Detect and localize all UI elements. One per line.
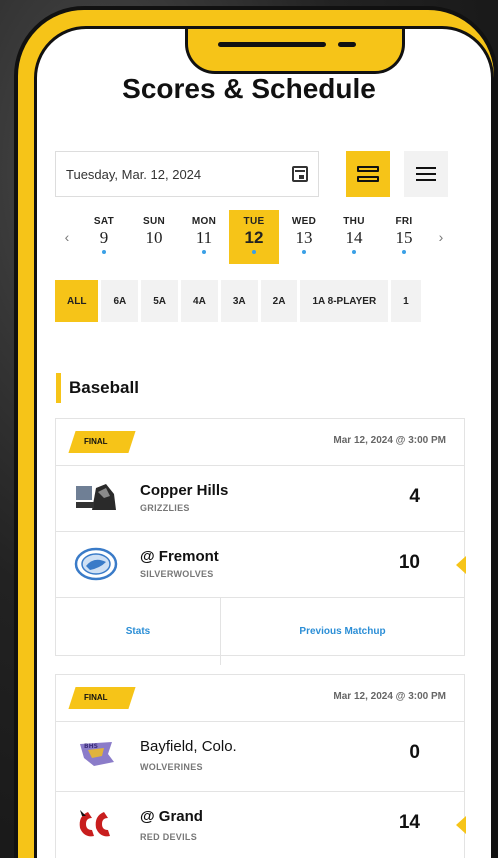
calendar-icon[interactable] bbox=[292, 166, 308, 182]
day-name: TUE bbox=[243, 216, 265, 227]
day-sun[interactable]: SUN 10 bbox=[129, 210, 179, 264]
day-number: 14 bbox=[345, 228, 363, 247]
team-row[interactable]: Copper Hills GRIZZLIES 4 bbox=[56, 465, 464, 531]
team-mascot: RED DEVILS bbox=[140, 832, 198, 842]
game-datetime: Mar 12, 2024 @ 3:00 PM bbox=[333, 691, 446, 702]
day-name: THU bbox=[343, 216, 365, 227]
team-row[interactable]: @ Grand RED DEVILS 14 bbox=[56, 791, 466, 858]
prev-week-arrow[interactable]: ‹ bbox=[55, 210, 79, 264]
games-dot bbox=[402, 250, 406, 254]
sport-heading: Baseball bbox=[56, 373, 139, 403]
classification-filter: ALL 6A 5A 4A 3A 2A 1A 8-PLAYER 1 bbox=[55, 280, 465, 322]
team-mascot: WOLVERINES bbox=[140, 762, 203, 772]
team-row[interactable]: BHS Bayfield, Colo. WOLVERINES 0 bbox=[56, 721, 464, 791]
fremont-logo bbox=[74, 547, 118, 581]
games-dot bbox=[352, 250, 356, 254]
day-selector: ‹ SAT 9 SUN 10 MON 11 TUE 12 WED 13 THU 14 FRI 15 › bbox=[55, 210, 465, 264]
grand-logo bbox=[79, 810, 110, 837]
cards-view-icon bbox=[357, 166, 379, 182]
day-sat[interactable]: SAT 9 bbox=[79, 210, 129, 264]
class-filter-1a-8-player[interactable]: 1A 8-PLAYER bbox=[300, 280, 389, 322]
day-number: 11 bbox=[195, 228, 213, 247]
winner-indicator bbox=[456, 816, 466, 834]
day-number: 13 bbox=[295, 228, 313, 247]
team-name: Copper Hills bbox=[140, 482, 229, 499]
next-week-arrow[interactable]: › bbox=[429, 210, 453, 264]
class-filter-5a[interactable]: 5A bbox=[141, 280, 179, 322]
day-tue[interactable]: TUE 12 bbox=[229, 210, 279, 264]
game-card: FINAL Mar 12, 2024 @ 3:00 PM Copper Hill… bbox=[55, 418, 466, 665]
game-actions: Stats Previous Matchup bbox=[56, 597, 464, 665]
team-name: @ Grand bbox=[140, 808, 203, 825]
team-name: Bayfield, Colo. bbox=[140, 738, 237, 755]
day-number: 12 bbox=[244, 228, 264, 247]
day-name: WED bbox=[291, 216, 317, 227]
games-dot bbox=[202, 250, 206, 254]
class-filter-all[interactable]: ALL bbox=[55, 280, 99, 322]
date-picker-value: Tuesday, Mar. 12, 2024 bbox=[66, 166, 202, 182]
status-badge: FINAL bbox=[68, 687, 136, 709]
team-score: 4 bbox=[409, 486, 420, 507]
status-badge: FINAL bbox=[68, 431, 136, 453]
bayfield-logo: BHS bbox=[80, 742, 114, 766]
games-dot bbox=[302, 250, 306, 254]
games-dot bbox=[252, 250, 256, 254]
list-view-button[interactable] bbox=[404, 151, 448, 197]
team-mascot: SILVERWOLVES bbox=[140, 569, 214, 579]
team-score: 14 bbox=[398, 812, 420, 833]
winner-indicator bbox=[456, 556, 466, 574]
day-number: 9 bbox=[99, 228, 109, 247]
team-mascot: GRIZZLIES bbox=[140, 503, 190, 513]
day-wed[interactable]: WED 13 bbox=[279, 210, 329, 264]
cards-view-button[interactable] bbox=[346, 151, 390, 197]
class-filter-1[interactable]: 1 bbox=[391, 280, 421, 322]
games-dot bbox=[102, 250, 106, 254]
day-number: 10 bbox=[145, 228, 163, 247]
team-name: @ Fremont bbox=[140, 548, 219, 565]
day-fri[interactable]: FRI 15 bbox=[379, 210, 429, 264]
stats-link[interactable]: Stats bbox=[56, 598, 221, 665]
class-filter-2a[interactable]: 2A bbox=[260, 280, 298, 322]
phone-notch bbox=[185, 29, 405, 74]
day-name: SUN bbox=[142, 216, 165, 227]
day-name: SAT bbox=[93, 216, 115, 227]
team-score: 0 bbox=[409, 742, 420, 763]
previous-matchup-link[interactable]: Previous Matchup bbox=[221, 598, 464, 665]
game-card: FINAL Mar 12, 2024 @ 3:00 PM BHS Bayfiel… bbox=[55, 674, 466, 858]
class-filter-4a[interactable]: 4A bbox=[181, 280, 218, 322]
day-name: FRI bbox=[395, 216, 413, 227]
class-filter-6a[interactable]: 6A bbox=[101, 280, 139, 322]
copper-hills-logo bbox=[76, 484, 116, 510]
day-thu[interactable]: THU 14 bbox=[329, 210, 379, 264]
page-title: Scores & Schedule bbox=[122, 73, 376, 104]
date-picker[interactable]: Tuesday, Mar. 12, 2024 bbox=[55, 151, 319, 197]
team-row[interactable]: @ Fremont SILVERWOLVES 10 bbox=[56, 531, 466, 597]
day-number: 15 bbox=[395, 228, 413, 247]
day-name: MON bbox=[191, 216, 217, 227]
list-view-icon bbox=[416, 167, 436, 181]
day-mon[interactable]: MON 11 bbox=[179, 210, 229, 264]
team-score: 10 bbox=[398, 552, 420, 573]
svg-text:BHS: BHS bbox=[84, 743, 98, 750]
game-datetime: Mar 12, 2024 @ 3:00 PM bbox=[333, 435, 446, 446]
class-filter-3a[interactable]: 3A bbox=[220, 280, 258, 322]
